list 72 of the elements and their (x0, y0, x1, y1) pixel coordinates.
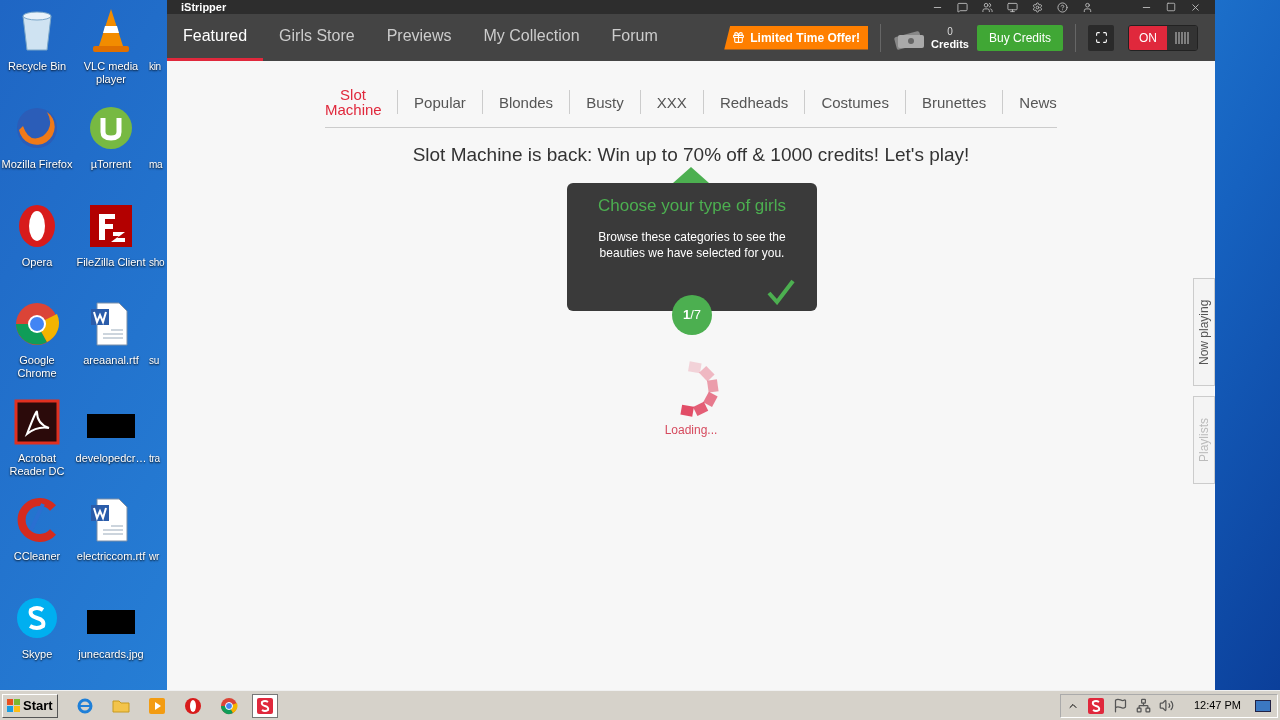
desktop-icon-label[interactable]: developedcr… (75, 452, 147, 465)
gift-icon (732, 31, 746, 44)
desktop-icon-label[interactable]: CCleaner (1, 550, 73, 563)
monitor-icon[interactable] (1007, 1, 1018, 13)
category-tab[interactable]: Costumes (821, 94, 889, 110)
start-button[interactable]: Start (2, 693, 58, 718)
show-desktop-button[interactable] (1255, 699, 1271, 712)
chrome-icon (13, 300, 61, 348)
toggle-label: ON (1129, 25, 1167, 50)
user-icon[interactable] (1082, 1, 1093, 13)
windows-logo-icon (7, 698, 21, 713)
on-off-toggle[interactable]: ON (1128, 24, 1198, 51)
network-icon[interactable] (1135, 698, 1151, 713)
side-tab[interactable]: Now playing (1193, 278, 1215, 386)
category-tab[interactable]: Slot Machine (325, 87, 381, 117)
credits-label: Credits (931, 37, 969, 50)
desktop-icon-label[interactable]: tra (149, 452, 167, 465)
maximize-icon[interactable] (1166, 2, 1176, 12)
category-tab[interactable]: Busty (586, 94, 624, 110)
fullscreen-icon (1094, 31, 1108, 44)
acrobat-icon (13, 398, 61, 446)
filezilla-icon (87, 202, 135, 250)
tooltip-body: Browse these categories to see the beauties we have selected for you. (597, 228, 787, 261)
desktop-icon-label[interactable]: su (149, 354, 167, 367)
buy-credits-button[interactable]: Buy Credits (976, 24, 1063, 51)
loading-text: Loading... (664, 421, 718, 439)
desktop-icon-label[interactable]: Opera (1, 256, 73, 269)
nav-tab[interactable]: Girls Store (263, 14, 371, 61)
desktop-icon-label[interactable]: sho (149, 256, 167, 269)
fullscreen-button[interactable] (1088, 24, 1114, 51)
bars-icon (1175, 31, 1189, 44)
category-tab[interactable]: News (1019, 94, 1057, 110)
credits-count: 0 (947, 25, 953, 38)
speaker-icon[interactable] (1158, 698, 1174, 713)
desktop-icon-label[interactable]: Mozilla Firefox (1, 158, 73, 171)
app-logo-text: iStripper (181, 1, 227, 13)
checkmark-icon[interactable] (767, 279, 795, 305)
flag-icon[interactable] (1112, 698, 1128, 713)
pointer-arrow-icon (673, 167, 709, 183)
category-tab[interactable]: XXX (656, 94, 687, 110)
desktop-icon-label[interactable]: µTorrent (75, 158, 147, 171)
users-icon[interactable] (982, 1, 993, 13)
nav-tab[interactable]: My Collection (467, 14, 596, 61)
desktop-icon-label[interactable]: junecards.jpg (75, 648, 147, 661)
desktop-icon-label[interactable]: electriccom.rtf (75, 550, 147, 563)
desktop-icon-label[interactable]: areaanal.rtf (75, 354, 147, 367)
close-icon[interactable] (1190, 1, 1201, 13)
torrent-client-icon (87, 104, 135, 152)
nav-tab[interactable]: Featured (167, 14, 264, 61)
nav-tab[interactable]: Forum (595, 14, 674, 61)
category-tab[interactable]: Brunettes (922, 94, 987, 110)
desktop-icon-label[interactable]: FileZilla Client (75, 256, 147, 269)
desktop-icon-label[interactable]: Recycle Bin (1, 60, 73, 73)
tooltip-title: Choose your type of girls (597, 195, 786, 217)
nav-tab[interactable]: Previews (370, 14, 468, 61)
promo-headline[interactable]: Slot Machine is back: Win up to 70% off & 1000 credits! Let's play! (412, 141, 970, 170)
step-counter: 1/7 (672, 295, 712, 335)
desktop-icon-label[interactable]: VLC media player (75, 60, 147, 86)
help-icon[interactable] (1057, 1, 1068, 13)
category-tab[interactable]: Popular (414, 94, 466, 110)
desktop-icon-label[interactable]: ma (149, 158, 167, 171)
clock[interactable]: 12:47 PM (1193, 697, 1241, 714)
category-tab[interactable]: Redheads (719, 94, 789, 110)
chat-icon[interactable] (957, 1, 968, 13)
settings-icon[interactable] (1032, 1, 1043, 13)
istripper-app-icon[interactable] (1086, 696, 1105, 715)
category-tab[interactable]: Blondes (498, 94, 554, 110)
desktop-icon-label[interactable]: wr (149, 550, 167, 563)
desktop-icon-label[interactable]: Skype (1, 648, 73, 661)
desktop-icon-label[interactable]: kin (149, 60, 167, 73)
desktop-icon-label[interactable]: Acrobat Reader DC (1, 452, 73, 478)
desktop-icon-label[interactable]: Google Chrome (1, 354, 73, 380)
